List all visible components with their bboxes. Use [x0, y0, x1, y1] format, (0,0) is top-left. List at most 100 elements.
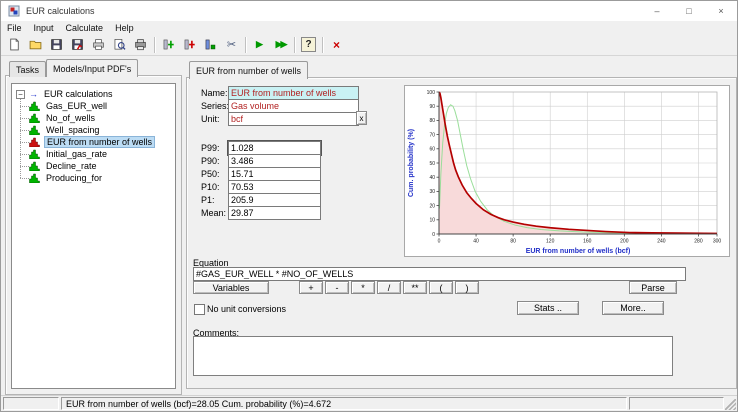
operator-plus-button[interactable]: + [299, 281, 323, 294]
app-icon [8, 5, 20, 17]
distribution-icon-selected [29, 137, 40, 147]
tree-item-producing-for[interactable]: Producing_for [29, 172, 104, 184]
svg-text:0: 0 [438, 239, 441, 245]
status-bar: EUR from number of wells (bcf)=28.05 Cum… [1, 395, 737, 412]
new-icon[interactable] [4, 35, 25, 55]
insert-distribution-green-icon[interactable] [158, 35, 179, 55]
tree-item-decline-rate[interactable]: Decline_rate [29, 160, 99, 172]
p1-label: P1: [201, 195, 215, 205]
operator-power-button[interactable]: ** [403, 281, 427, 294]
paste-distribution-icon[interactable] [200, 35, 221, 55]
svg-text:EUR from number of wells (bcf: EUR from number of wells (bcf) [526, 248, 631, 255]
run-all-icon[interactable]: ▶▶ [270, 35, 291, 55]
unit-input[interactable] [228, 112, 359, 126]
tree-item-well-spacing[interactable]: Well_spacing [29, 124, 101, 136]
name-input[interactable] [228, 86, 359, 100]
menu-file[interactable]: File [1, 23, 28, 33]
chart-plot-area: 0408012016020024028030001020304050607080… [405, 86, 729, 256]
tab-tasks[interactable]: Tasks [9, 61, 46, 77]
distribution-icon [29, 101, 40, 111]
svg-text:60: 60 [429, 147, 435, 153]
help-icon[interactable]: ? [298, 35, 319, 55]
menu-bar: File Input Calculate Help [1, 21, 737, 34]
p50-label: P50: [201, 169, 220, 179]
resize-grip[interactable] [725, 399, 736, 410]
tree-root[interactable]: − → EUR calculations [16, 88, 115, 100]
no-unit-conversions-checkbox[interactable] [194, 304, 205, 315]
mean-value[interactable] [228, 206, 321, 220]
insert-distribution-red-icon[interactable] [179, 35, 200, 55]
operator-multiply-button[interactable]: * [351, 281, 375, 294]
p90-label: P90: [201, 156, 220, 166]
svg-text:120: 120 [546, 239, 555, 245]
name-label: Name: [201, 88, 228, 98]
window-title: EUR calculations [26, 6, 95, 16]
p99-value[interactable] [228, 141, 321, 155]
svg-text:0: 0 [432, 232, 435, 238]
tree-item-no-of-wells[interactable]: No_of_wells [29, 112, 97, 124]
status-message: EUR from number of wells (bcf)=28.05 Cum… [61, 397, 627, 410]
equation-input[interactable] [193, 267, 686, 281]
distribution-icon [29, 125, 40, 135]
operator-open-paren-button[interactable]: ( [429, 281, 453, 294]
arrow-icon: → [29, 89, 38, 99]
tree-item-initial-gas-rate[interactable]: Initial_gas_rate [29, 148, 109, 160]
p1-value[interactable] [228, 193, 321, 207]
stats-button[interactable]: Stats .. [517, 301, 579, 315]
status-cell-left [3, 397, 59, 410]
p10-value[interactable] [228, 180, 321, 194]
minimize-button[interactable]: – [641, 1, 673, 21]
svg-text:300: 300 [713, 239, 722, 245]
svg-text:90: 90 [429, 104, 435, 110]
print-icon[interactable] [88, 35, 109, 55]
svg-text:20: 20 [429, 203, 435, 209]
save-modified-icon[interactable] [67, 35, 88, 55]
menu-calculate[interactable]: Calculate [60, 23, 110, 33]
tab-eur-from-number-of-wells[interactable]: EUR from number of wells [189, 61, 308, 79]
svg-text:40: 40 [473, 239, 479, 245]
series-input[interactable] [228, 99, 359, 113]
tree-item-eur-from-number-of-wells[interactable]: EUR from number of wells [29, 136, 155, 148]
save-icon[interactable] [46, 35, 67, 55]
svg-text:40: 40 [429, 175, 435, 181]
operator-divide-button[interactable]: / [377, 281, 401, 294]
svg-text:280: 280 [694, 239, 703, 245]
probability-chart[interactable]: 0408012016020024028030001020304050607080… [404, 85, 730, 257]
tree-item-gas-eur-well[interactable]: Gas_EUR_well [29, 100, 109, 112]
collapse-icon[interactable]: − [16, 90, 25, 99]
app-window: EUR calculations – □ × File Input Calcul… [0, 0, 738, 412]
p90-value[interactable] [228, 154, 321, 168]
cut-icon[interactable]: ✂ [221, 35, 242, 55]
svg-text:160: 160 [583, 239, 592, 245]
print-preview-icon[interactable] [109, 35, 130, 55]
toolbar-separator [294, 37, 295, 53]
svg-text:80: 80 [510, 239, 516, 245]
exit-icon[interactable]: × [326, 35, 347, 55]
svg-text:10: 10 [429, 218, 435, 224]
series-label: Series: [201, 101, 229, 111]
variables-button[interactable]: Variables [193, 281, 269, 294]
menu-help[interactable]: Help [109, 23, 140, 33]
svg-text:240: 240 [657, 239, 666, 245]
status-cell-right [629, 397, 724, 410]
close-button[interactable]: × [705, 1, 737, 21]
svg-text:100: 100 [427, 90, 436, 96]
maximize-button[interactable]: □ [673, 1, 705, 21]
comments-input[interactable] [193, 336, 673, 376]
p10-label: P10: [201, 182, 220, 192]
svg-text:50: 50 [429, 161, 435, 167]
open-icon[interactable] [25, 35, 46, 55]
unit-clear-button[interactable]: x [356, 111, 367, 125]
menu-input[interactable]: Input [28, 23, 60, 33]
run-icon[interactable]: ▶ [249, 35, 270, 55]
unit-label: Unit: [201, 114, 220, 124]
title-bar: EUR calculations – □ × [1, 1, 737, 21]
operator-close-paren-button[interactable]: ) [455, 281, 479, 294]
page-setup-icon[interactable] [130, 35, 151, 55]
operator-minus-button[interactable]: - [325, 281, 349, 294]
distribution-icon [29, 161, 40, 171]
parse-button[interactable]: Parse [629, 281, 677, 294]
more-button[interactable]: More.. [602, 301, 664, 315]
tab-models-input-pdfs[interactable]: Models/Input PDF's [46, 59, 138, 77]
p50-value[interactable] [228, 167, 321, 181]
